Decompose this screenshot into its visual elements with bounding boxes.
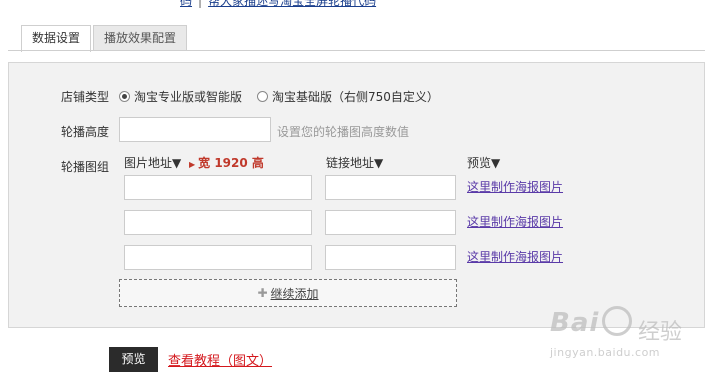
radio-basic-label: 淘宝基础版（右侧750自定义）	[272, 90, 439, 104]
col-preview: 预览▼	[467, 156, 501, 170]
link-url-input-1[interactable]	[325, 175, 456, 200]
baidu-jingyan-watermark: Bai 经验 jingyan.baidu.com	[550, 300, 700, 380]
store-type-label: 店铺类型	[61, 90, 110, 104]
add-more-label: 继续添加	[270, 286, 319, 301]
paw-logo-icon	[602, 306, 632, 336]
size-warning: ▶ 宽 1920 高	[189, 154, 264, 171]
col-image-url: 图片地址▼	[124, 156, 182, 170]
add-more-button[interactable]: ✚ 继续添加	[119, 279, 457, 307]
radio-option-pro[interactable]: 淘宝专业版或智能版	[119, 88, 242, 105]
image-group-label: 轮播图组	[61, 160, 110, 174]
top-link-left[interactable]: 码	[180, 0, 192, 8]
top-link-strip: 码 | 帮大家描述写淘宝全屏轮播代码	[180, 0, 376, 8]
tab-divider	[8, 50, 705, 51]
size-warning-text: 宽 1920 高	[198, 156, 264, 170]
radio-pro-indicator[interactable]	[119, 91, 130, 102]
radio-basic-indicator[interactable]	[257, 91, 268, 102]
watermark-cn-text: 经验	[638, 320, 683, 345]
preview-button[interactable]: 预览	[109, 347, 158, 372]
height-hint: 设置您的轮播图高度数值	[277, 125, 410, 139]
watermark-url: jingyan.baidu.com	[550, 346, 661, 359]
top-separator: |	[198, 0, 203, 8]
poster-link-3[interactable]: 这里制作海报图片	[467, 248, 563, 265]
tutorial-link[interactable]: 查看教程（图文）	[168, 350, 272, 369]
top-link-right[interactable]: 帮大家描述写淘宝全屏轮播代码	[208, 0, 376, 8]
image-url-input-2[interactable]	[124, 210, 312, 235]
height-input[interactable]	[119, 117, 271, 142]
radio-option-basic[interactable]: 淘宝基础版（右侧750自定义）	[257, 88, 439, 105]
plus-icon: ✚	[257, 286, 268, 300]
col-link-url: 链接地址▼	[326, 156, 384, 170]
poster-link-2[interactable]: 这里制作海报图片	[467, 213, 563, 230]
tab-playback-effects[interactable]: 播放效果配置	[93, 25, 188, 51]
settings-panel: 店铺类型 淘宝专业版或智能版 淘宝基础版（右侧750自定义） 轮播高度 设置您的…	[8, 62, 705, 328]
image-url-input-1[interactable]	[124, 175, 312, 200]
link-url-input-3[interactable]	[325, 245, 456, 270]
tab-bar: 数据设置 播放效果配置	[21, 25, 188, 52]
poster-link-1[interactable]: 这里制作海报图片	[467, 178, 563, 195]
warning-triangle-icon: ▶	[189, 160, 196, 169]
watermark-logo-text: Bai	[550, 308, 600, 338]
link-url-input-2[interactable]	[325, 210, 456, 235]
tab-data-settings[interactable]: 数据设置	[21, 25, 92, 52]
height-label: 轮播高度	[61, 125, 110, 139]
image-url-input-3[interactable]	[124, 245, 312, 270]
radio-pro-label: 淘宝专业版或智能版	[134, 90, 243, 104]
